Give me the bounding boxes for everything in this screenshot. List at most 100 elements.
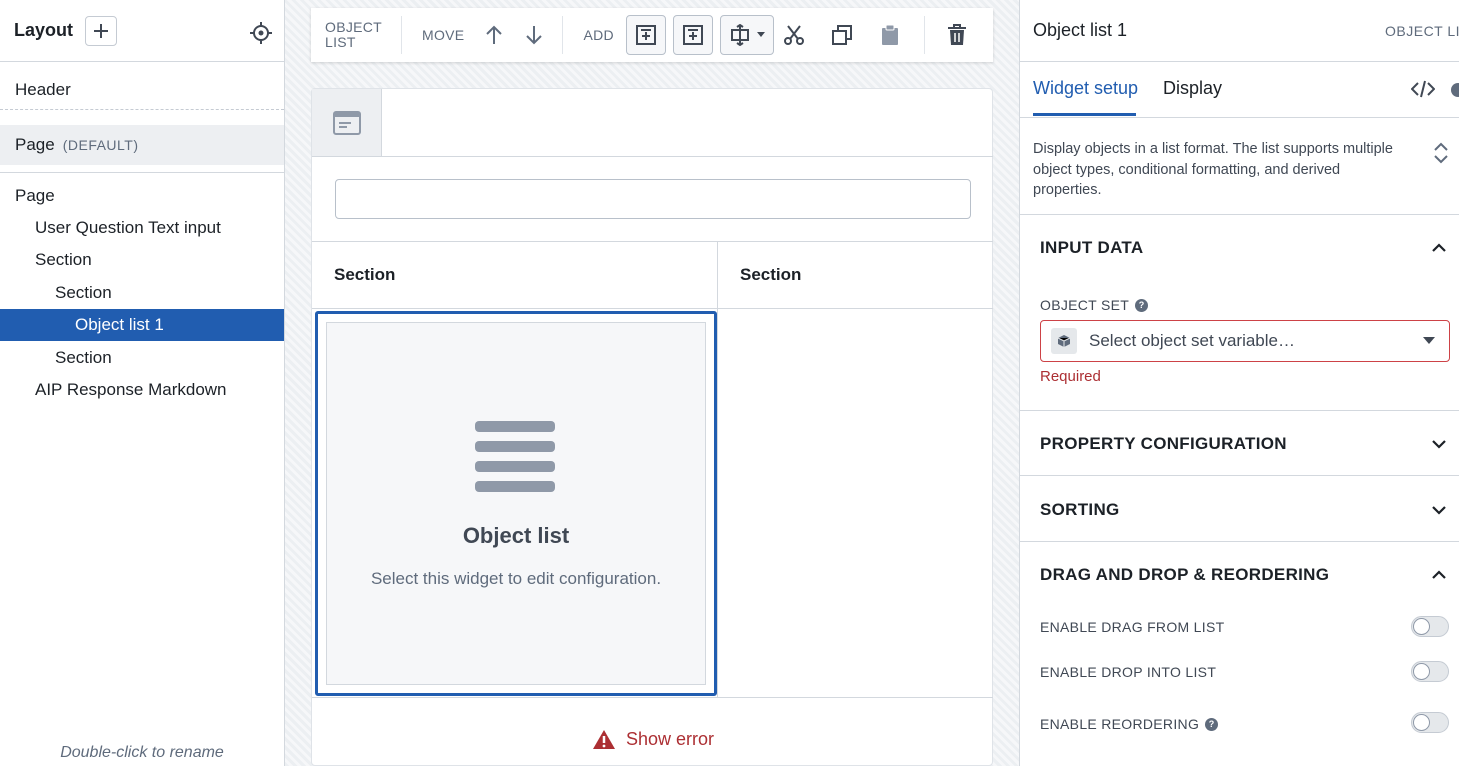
rename-hint: Double-click to rename bbox=[60, 744, 224, 761]
section-title: Section bbox=[334, 265, 396, 284]
delete-button[interactable] bbox=[937, 15, 977, 55]
widget-subtitle: Select this widget to edit configuration… bbox=[370, 569, 662, 588]
move-cross-icon bbox=[730, 24, 749, 46]
divider bbox=[312, 308, 993, 309]
widget-name[interactable]: Object list 1 bbox=[1033, 20, 1127, 41]
config-panel-header: Object list 1 OBJECT LIST bbox=[1020, 0, 1459, 62]
scissors-icon bbox=[783, 25, 804, 45]
widget-type-label: OBJECT LIST bbox=[1385, 22, 1459, 39]
toolbar-divider bbox=[923, 16, 925, 54]
object-set-label: OBJECT SET ? bbox=[1040, 297, 1149, 313]
trash-icon bbox=[947, 24, 966, 45]
add-label: ADD bbox=[583, 27, 614, 43]
tree-item-page-default[interactable]: Page (DEFAULT) bbox=[0, 125, 284, 165]
move-label: MOVE bbox=[422, 27, 465, 43]
tree-item-page[interactable]: Page bbox=[0, 180, 284, 212]
tree-item-label: AIP Response Markdown bbox=[35, 380, 227, 399]
tree-item-label: User Question Text input bbox=[35, 218, 221, 237]
section-header-drag-drop[interactable]: DRAG AND DROP & REORDERING bbox=[1040, 565, 1329, 585]
tree-item-label: Section bbox=[55, 348, 112, 367]
add-above-button[interactable] bbox=[625, 15, 666, 55]
tree-item-object-list[interactable]: Object list 1 bbox=[0, 309, 284, 341]
show-error-label: Show error bbox=[626, 729, 715, 749]
chevron-up-icon[interactable] bbox=[1431, 240, 1447, 256]
object-set-select[interactable]: Select object set variable… bbox=[1040, 320, 1450, 362]
add-below-button[interactable] bbox=[672, 15, 713, 55]
locate-target-icon[interactable] bbox=[250, 22, 272, 44]
toggle-label-drag-from: ENABLE DRAG FROM LIST bbox=[1040, 619, 1224, 635]
tree-item-label: Section bbox=[35, 250, 92, 269]
move-up-button[interactable] bbox=[474, 15, 514, 55]
tab-widget-setup[interactable]: Widget setup bbox=[1033, 78, 1138, 99]
default-tag: (DEFAULT) bbox=[62, 137, 139, 153]
section-header-sorting[interactable]: SORTING bbox=[1040, 500, 1120, 520]
tree-item-section[interactable]: Section bbox=[0, 342, 284, 374]
list-icon bbox=[475, 421, 555, 492]
layout-dropdown-button[interactable] bbox=[719, 15, 774, 55]
arrow-down-icon bbox=[526, 26, 543, 45]
layout-panel-header: Layout bbox=[0, 0, 284, 62]
required-error: Required bbox=[1040, 368, 1101, 385]
duplicate-icon bbox=[831, 25, 852, 45]
layout-panel: Layout Header Page (DEFAULT) Page User Q… bbox=[0, 0, 285, 766]
duplicate-button[interactable] bbox=[822, 15, 862, 55]
code-icon[interactable] bbox=[1411, 80, 1435, 98]
help-icon[interactable]: ? bbox=[1205, 717, 1219, 731]
warning-icon bbox=[593, 730, 615, 749]
plus-icon bbox=[94, 23, 109, 38]
divider bbox=[382, 156, 993, 157]
tree-item-header[interactable]: Header bbox=[0, 70, 284, 110]
cut-button[interactable] bbox=[774, 15, 814, 55]
object-list-placeholder: Object list Select this widget to edit c… bbox=[326, 322, 706, 685]
chevron-down-icon[interactable] bbox=[1431, 502, 1447, 518]
tab-display[interactable]: Display bbox=[1163, 78, 1222, 99]
divider bbox=[1020, 475, 1459, 476]
info-icon[interactable] bbox=[1451, 83, 1459, 97]
page-tab[interactable] bbox=[312, 89, 382, 157]
arrow-up-icon bbox=[486, 25, 503, 44]
paste-button[interactable] bbox=[870, 15, 910, 55]
chevron-down-icon[interactable] bbox=[1431, 436, 1447, 452]
toggle-label-reorder: ENABLE REORDERING ? bbox=[1040, 716, 1219, 732]
section-title: Section bbox=[740, 265, 802, 284]
section-header-input-data[interactable]: INPUT DATA bbox=[1040, 238, 1143, 258]
tree-item-section[interactable]: Section bbox=[0, 244, 284, 276]
reordering-toggle[interactable] bbox=[1411, 712, 1449, 733]
divider bbox=[312, 697, 993, 698]
active-tab-indicator bbox=[1033, 113, 1136, 116]
expand-collapse-icon[interactable] bbox=[1433, 142, 1449, 164]
toggle-label-text: ENABLE REORDERING bbox=[1040, 716, 1200, 732]
drop-into-list-toggle[interactable] bbox=[1411, 661, 1449, 682]
caret-down-icon bbox=[756, 32, 765, 37]
object-list-widget[interactable]: Object list Select this widget to edit c… bbox=[315, 311, 717, 696]
tree-item-label: Page bbox=[15, 186, 55, 205]
divider bbox=[1020, 410, 1459, 411]
tree-item-user-question[interactable]: User Question Text input bbox=[0, 212, 284, 244]
tree-item-label: Header bbox=[15, 79, 71, 99]
object-set-label-text: OBJECT SET bbox=[1040, 297, 1130, 313]
config-tabs: Widget setup Display bbox=[1020, 62, 1459, 118]
tree-item-aip-response[interactable]: AIP Response Markdown bbox=[0, 374, 284, 406]
toolbar-divider bbox=[562, 16, 564, 54]
cube-icon bbox=[1051, 328, 1077, 354]
divider bbox=[312, 241, 993, 242]
window-icon bbox=[332, 110, 361, 135]
add-widget-button[interactable] bbox=[85, 15, 118, 46]
add-above-icon bbox=[635, 25, 656, 45]
chevron-up-icon[interactable] bbox=[1431, 567, 1447, 583]
tree-item-section[interactable]: Section bbox=[0, 277, 284, 309]
show-error-link[interactable]: Show error bbox=[592, 729, 714, 750]
toggle-label-text: ENABLE DRAG FROM LIST bbox=[1040, 619, 1225, 635]
section-header-property-config[interactable]: PROPERTY CONFIGURATION bbox=[1040, 434, 1287, 454]
widget-description: Display objects in a list format. The li… bbox=[1033, 141, 1393, 198]
move-down-button[interactable] bbox=[514, 15, 554, 55]
help-icon[interactable]: ? bbox=[1135, 298, 1149, 312]
page-canvas: Section Section Object list Select this … bbox=[311, 88, 993, 766]
config-panel: Object list 1 OBJECT LIST Widget setup D… bbox=[1020, 0, 1459, 766]
widget-toolbar: OBJECT LIST MOVE ADD bbox=[311, 8, 993, 62]
user-question-text-input[interactable] bbox=[335, 179, 971, 219]
clipboard-icon bbox=[881, 24, 898, 45]
drag-from-list-toggle[interactable] bbox=[1411, 616, 1449, 637]
caret-down-icon bbox=[1423, 337, 1435, 344]
add-below-icon bbox=[682, 25, 703, 45]
